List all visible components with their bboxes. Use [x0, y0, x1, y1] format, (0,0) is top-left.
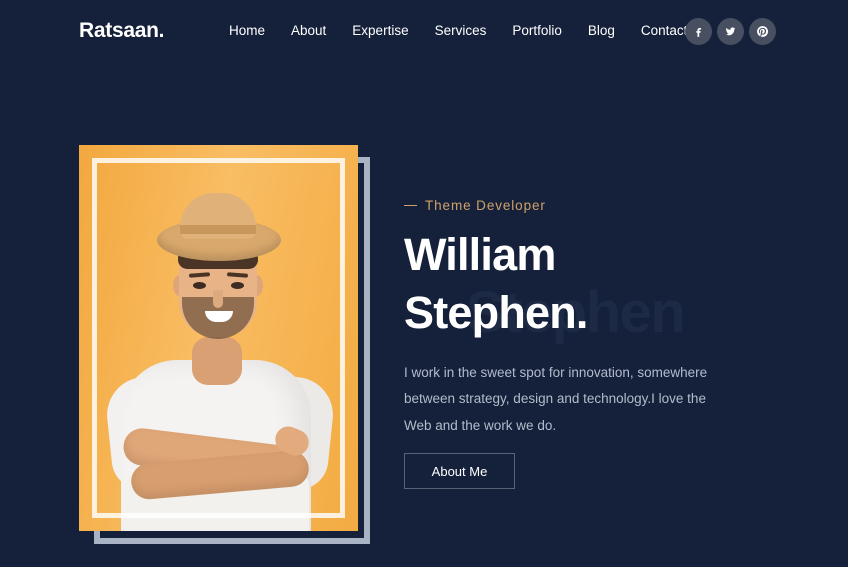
portrait-nose	[213, 290, 223, 308]
portrait-eye-right	[231, 282, 244, 289]
hero-eyebrow-label: Theme Developer	[425, 198, 546, 213]
portrait-eye-left	[193, 282, 206, 289]
hero-title-line2: Stephen.	[404, 286, 588, 338]
hero-content: Theme Developer Stephen William Stephen.…	[404, 0, 848, 567]
portrait-hat-band	[180, 225, 256, 234]
portrait-image	[79, 145, 358, 531]
hero-description: I work in the sweet spot for innovation,…	[404, 365, 708, 433]
hero-visual	[0, 0, 400, 567]
page-title: William Stephen.	[404, 226, 848, 341]
hero-title-wrap: Stephen William Stephen.	[404, 226, 848, 342]
hero-title-line1: William	[404, 229, 556, 280]
dash-icon	[404, 204, 417, 207]
hero-page: Ratsaan. Home About Expertise Services P…	[0, 0, 848, 567]
portrait-panel	[79, 145, 358, 531]
hero-eyebrow: Theme Developer	[404, 198, 546, 213]
portrait-neck	[192, 337, 242, 385]
about-me-button[interactable]: About Me	[404, 453, 515, 489]
